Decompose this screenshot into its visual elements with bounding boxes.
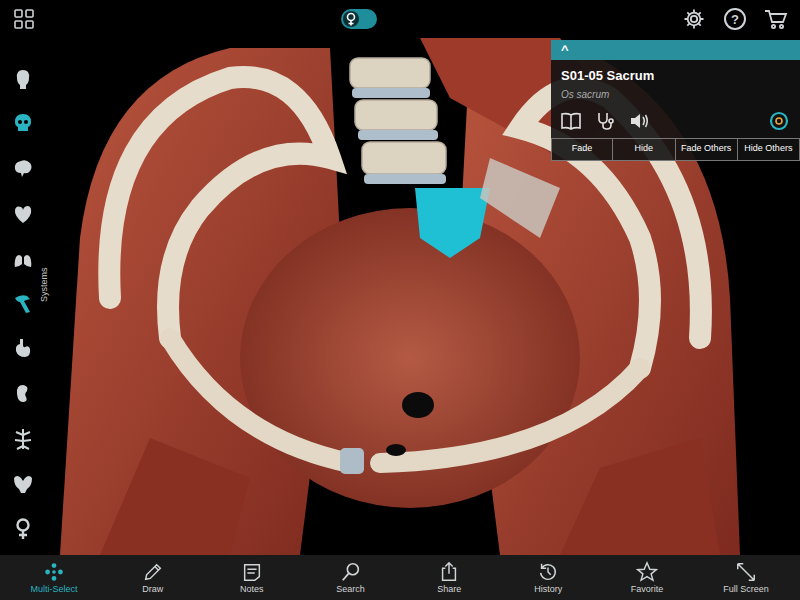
toolbar-button[interactable]: Search <box>303 561 399 595</box>
nerve-icon <box>11 427 35 451</box>
sidebar-item[interactable] <box>0 506 46 551</box>
sidebar-item[interactable] <box>0 191 46 236</box>
kidney-icon <box>11 382 35 406</box>
top-bar: ? <box>0 0 800 38</box>
panel-button[interactable]: Fade Others <box>676 139 738 161</box>
pencil-icon <box>142 561 164 583</box>
stethoscope-icon[interactable] <box>595 111 615 131</box>
panel-button[interactable]: Hide <box>613 139 675 161</box>
sidebar-item[interactable] <box>0 416 46 461</box>
panel-button[interactable]: Hide Others <box>738 139 800 161</box>
cart-icon[interactable] <box>762 5 790 33</box>
head-icon <box>11 67 35 91</box>
toolbar-button[interactable]: Multi-Select <box>6 561 102 595</box>
search-icon <box>340 561 362 583</box>
sidebar-item[interactable] <box>0 56 46 101</box>
toolbar-button[interactable]: Draw <box>105 561 201 595</box>
panel-button[interactable]: Fade <box>551 139 613 161</box>
sidebar-item[interactable] <box>0 146 46 191</box>
toolbar-button[interactable]: Favorite <box>599 561 695 595</box>
info-panel: ^ S01-05 Sacrum Os sacrum FadeHideFade O… <box>551 40 800 161</box>
muscle-icon <box>11 292 35 316</box>
stomach-icon <box>11 337 35 361</box>
latin-name: Os sacrum <box>551 86 800 102</box>
structure-title: S01-05 Sacrum <box>551 60 800 86</box>
help-button[interactable]: ? <box>724 8 746 30</box>
toolbar-label: Notes <box>240 585 264 595</box>
systems-sidebar <box>0 56 46 551</box>
sidebar-item[interactable] <box>0 101 46 146</box>
collapse-button[interactable]: ^ <box>551 40 800 60</box>
female-icon <box>11 517 35 541</box>
toolbar-label: Share <box>437 585 461 595</box>
pelvis-icon <box>11 472 35 496</box>
sidebar-item[interactable] <box>0 326 46 371</box>
multi-select-icon <box>43 561 65 583</box>
toolbar-label: Draw <box>142 585 163 595</box>
bottom-toolbar: Multi-Select Draw Notes Search Share History F… <box>0 555 800 600</box>
toolbar-button[interactable]: History <box>500 561 596 595</box>
toolbar-button[interactable]: Share <box>401 561 497 595</box>
brain-icon <box>11 157 35 181</box>
systems-label: Systems <box>38 267 52 302</box>
sidebar-item[interactable] <box>0 371 46 416</box>
isolate-icon[interactable] <box>768 110 790 132</box>
toolbar-label: Multi-Select <box>30 585 77 595</box>
gender-toggle[interactable] <box>341 9 377 29</box>
female-icon <box>343 11 359 27</box>
lungs-icon <box>11 247 35 271</box>
share-icon <box>438 561 460 583</box>
sidebar-item[interactable] <box>0 461 46 506</box>
toolbar-label: History <box>534 585 562 595</box>
toolbar-label: Favorite <box>631 585 664 595</box>
skull-icon <box>11 112 35 136</box>
star-icon <box>636 561 658 583</box>
heart-icon <box>11 202 35 226</box>
toolbar-button[interactable]: Notes <box>204 561 300 595</box>
speaker-icon[interactable] <box>629 112 649 130</box>
full-screen-icon <box>735 561 757 583</box>
history-icon <box>537 561 559 583</box>
grid-icon[interactable] <box>10 5 38 33</box>
gear-icon[interactable] <box>680 5 708 33</box>
toolbar-button[interactable]: Full Screen <box>698 561 794 595</box>
toolbar-label: Full Screen <box>723 585 769 595</box>
book-icon[interactable] <box>561 112 581 130</box>
toolbar-label: Search <box>336 585 365 595</box>
notes-icon <box>241 561 263 583</box>
